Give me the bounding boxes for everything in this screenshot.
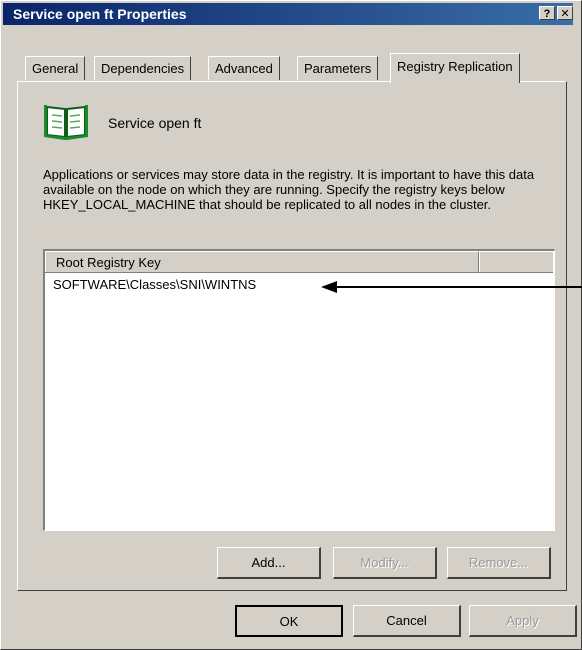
column-header-row: Root Registry Key [45,251,553,273]
list-item[interactable]: SOFTWARE\Classes\SNI\WINTNS [53,277,256,292]
annotation-arrow-icon [321,281,582,293]
cancel-button[interactable]: Cancel [353,605,461,637]
column-header-root-registry-key[interactable]: Root Registry Key [45,251,479,272]
tab-parameters[interactable]: Parameters [297,56,379,80]
tab-general[interactable]: General [25,56,86,80]
remove-button[interactable]: Remove... [447,547,551,579]
window-title: Service open ft Properties [13,6,187,22]
title-bar[interactable]: Service open ft Properties ? ✕ [3,3,573,25]
close-button[interactable]: ✕ [557,6,573,20]
service-name: Service open ft [108,115,202,131]
open-book-icon [43,101,89,144]
tab-dependencies[interactable]: Dependencies [94,56,192,80]
apply-button[interactable]: Apply [469,605,577,637]
tab-registry-replication[interactable]: Registry Replication [390,53,520,83]
properties-dialog: Service open ft Properties ? ✕ General D… [0,0,582,650]
ok-button[interactable]: OK [235,605,343,637]
modify-button[interactable]: Modify... [333,547,437,579]
description-text: Applications or services may store data … [43,167,535,212]
help-button[interactable]: ? [539,6,555,20]
tab-advanced[interactable]: Advanced [208,56,280,80]
column-header-empty [479,251,553,272]
add-button[interactable]: Add... [217,547,321,579]
